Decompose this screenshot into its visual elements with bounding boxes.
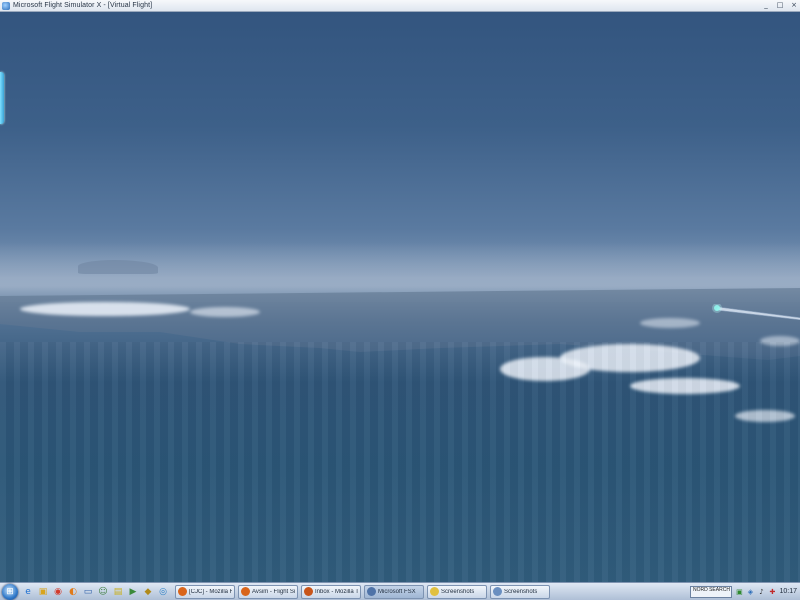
taskbar-button[interactable]: Inbox - Mozilla Th...	[301, 584, 361, 599]
aircraft-wingtip	[712, 304, 800, 320]
task-app-icon	[367, 587, 376, 596]
cloud	[20, 302, 190, 316]
taskbar-button[interactable]: Avsim - Flight Sim...	[238, 584, 298, 599]
network-icon[interactable]: ▣	[735, 588, 743, 596]
minimize-button[interactable]: _	[762, 1, 770, 9]
taskbar-button-label: Screenshots	[504, 588, 538, 595]
taskbar-button-label: Screenshots	[441, 588, 475, 595]
taskbar: ⊞ e▣◉◐▭☺▤▶◆◎ [CJC] - Mozilla F...Avsim -…	[0, 582, 800, 600]
task-app-icon	[430, 587, 439, 596]
taskbar-button-label: Inbox - Mozilla Th...	[315, 588, 358, 595]
task-app-icon	[178, 587, 187, 596]
window-controls: _ □ ×	[762, 1, 798, 9]
cloud	[640, 318, 700, 328]
user-icon[interactable]: ☺	[97, 586, 109, 598]
notes-icon[interactable]: ▤	[112, 586, 124, 598]
taskbar-button-label: Avsim - Flight Sim...	[252, 588, 295, 595]
folder-icon[interactable]: ▣	[37, 586, 49, 598]
volume-icon[interactable]: ♪	[757, 588, 765, 596]
app-icon[interactable]: ◆	[142, 586, 154, 598]
task-app-icon	[241, 587, 250, 596]
taskbar-button[interactable]: Microsoft FSX	[364, 584, 424, 599]
system-tray: NORD SEARCH ▣ ◈ ♪ ✚ 10:17	[690, 583, 800, 600]
task-app-icon	[493, 587, 502, 596]
shield-icon[interactable]: ◈	[746, 588, 754, 596]
taskbar-button-label: Microsoft FSX	[378, 588, 416, 595]
flight-sim-viewport[interactable]	[0, 12, 800, 582]
taskbar-button[interactable]: Screenshots	[427, 584, 487, 599]
cloud	[190, 307, 260, 317]
close-button[interactable]: ×	[790, 1, 798, 9]
media-icon[interactable]: ▶	[127, 586, 139, 598]
clock[interactable]: 10:17	[779, 588, 797, 595]
ie-icon[interactable]: e	[22, 586, 34, 598]
firefox-icon[interactable]: ◐	[67, 586, 79, 598]
taskbar-button[interactable]: [CJC] - Mozilla F...	[175, 584, 235, 599]
distant-island	[78, 260, 158, 274]
maximize-button[interactable]: □	[776, 1, 784, 9]
taskbar-button[interactable]: Screenshots	[490, 584, 550, 599]
tray-icons: ▣ ◈ ♪ ✚	[735, 588, 776, 596]
title-bar: Microsoft Flight Simulator X - [Virtual …	[0, 0, 800, 12]
task-app-icon	[304, 587, 313, 596]
fsx-app-icon	[2, 1, 10, 10]
quick-launch: e ▣ ◉ ◐ ▭ ☺ ▤ ▶ ◆ ◎	[22, 586, 169, 598]
search-box[interactable]: NORD SEARCH	[690, 585, 733, 598]
start-orb-icon[interactable]: ⊞	[2, 583, 18, 600]
window-title: Microsoft Flight Simulator X - [Virtual …	[13, 2, 153, 9]
sidebar-tab[interactable]	[0, 72, 4, 124]
safety-icon[interactable]: ✚	[768, 588, 776, 596]
taskbar-buttons: [CJC] - Mozilla F... Avsim - Flight Sim..…	[175, 584, 550, 599]
chrome-icon[interactable]: ◉	[52, 586, 64, 598]
browser-icon[interactable]: ◎	[157, 586, 169, 598]
desktop-icon[interactable]: ▭	[82, 586, 94, 598]
sea-surface	[0, 342, 800, 582]
taskbar-button-label: [CJC] - Mozilla F...	[189, 588, 232, 595]
